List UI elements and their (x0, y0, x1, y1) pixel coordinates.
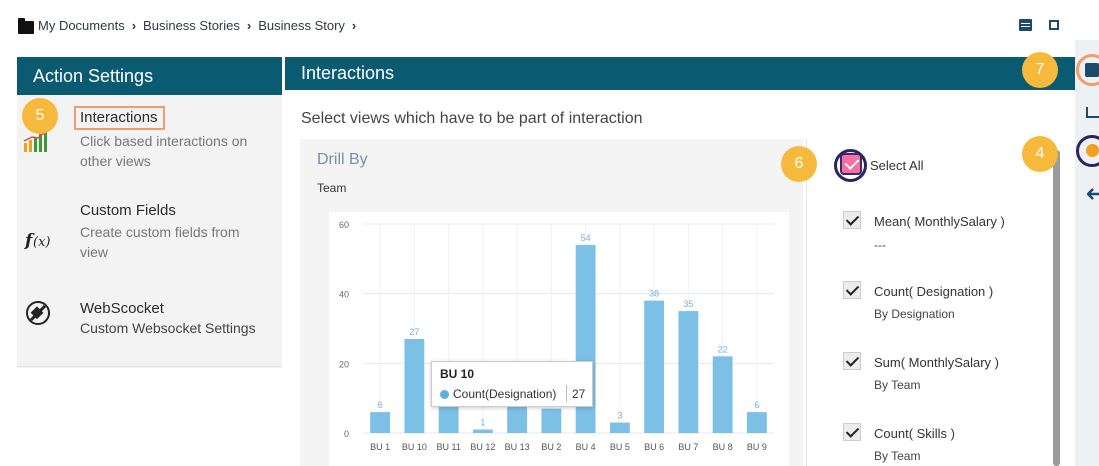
sidebar-item-desc: Custom Websocket Settings (80, 320, 256, 336)
bar (712, 356, 733, 433)
y-tick-label: 40 (339, 290, 349, 300)
action-settings-list: Interactions Click based interactions on… (17, 95, 282, 367)
y-tick-label: 20 (339, 359, 349, 369)
bar (370, 412, 391, 433)
panel-empty-area (17, 368, 282, 466)
line-chart-icon[interactable] (1086, 107, 1099, 118)
sidebar-item-desc: Click based interactions on other views (80, 133, 248, 169)
comment-icon[interactable] (1019, 19, 1032, 31)
option-label: Sum( MonthlySalary ) (874, 355, 999, 370)
breadcrumb-separator-icon: › (351, 18, 357, 33)
bar (609, 422, 630, 433)
view-subtitle: Team (317, 181, 347, 195)
breadcrumb-separator-icon: › (131, 18, 137, 33)
breadcrumb-separator-icon: › (246, 18, 252, 33)
option-checkbox[interactable] (843, 211, 861, 229)
sidebar-item-desc: Create custom fields from view (80, 224, 240, 260)
tooltip-divider (566, 385, 567, 402)
y-tick-label: 60 (339, 220, 349, 230)
option-checkbox[interactable] (843, 352, 861, 370)
option-checkbox[interactable] (843, 281, 861, 299)
data-label: 35 (683, 299, 693, 309)
tooltip-value: 27 (572, 387, 586, 401)
x-tick-label: BU 8 (713, 442, 733, 452)
action-settings-title: Action Settings (17, 57, 282, 95)
sidebar-item-label: Custom Fields (80, 202, 176, 219)
view-options-list (806, 139, 1061, 466)
bar (541, 408, 562, 433)
instruction-text: Select views which have to be part of in… (301, 110, 643, 127)
x-tick-label: BU 13 (505, 442, 530, 452)
option-label: Mean( MonthlySalary ) (874, 214, 1005, 229)
svg-text:(x): (x) (33, 235, 50, 250)
option-sub: By Team (874, 449, 921, 463)
fullscreen-icon[interactable] (1049, 20, 1059, 30)
bar (746, 412, 767, 433)
x-tick-label: BU 7 (678, 442, 698, 452)
data-label: 6 (754, 400, 759, 410)
data-label: 54 (581, 233, 591, 243)
data-label: 38 (649, 289, 659, 299)
option-label: Count( Skills ) (874, 426, 955, 441)
option-sub: By Designation (874, 307, 955, 321)
function-fx-icon: f (x) (24, 231, 50, 251)
data-label: 6 (378, 400, 383, 410)
view-title: Drill By (317, 151, 368, 168)
breadcrumb: My Documents › Business Stories › Busine… (38, 18, 363, 33)
view-card[interactable]: Drill By Team 0 20 40 60 6 BU 1 27 BU 10 BU 11 1 B… (300, 139, 803, 466)
step-badge-5: 5 (22, 98, 58, 134)
option-sub: By Team (874, 378, 921, 392)
interactions-title: Interactions (285, 57, 1075, 90)
option-checkbox[interactable] (843, 423, 861, 441)
x-tick-label: BU 2 (541, 442, 561, 452)
bar (404, 338, 425, 433)
sidebar-item-websocket[interactable]: WebScocket Custom Websocket Settings (17, 290, 282, 350)
data-label: 3 (617, 411, 622, 421)
tooltip-label: Count(Designation) (453, 387, 557, 401)
websocket-plug-icon (26, 301, 50, 325)
chart-plot-area: 0 20 40 60 6 BU 1 27 BU 10 BU 11 1 BU 12 BU 13 BU 2 5… (329, 212, 789, 466)
chart-tooltip: BU 10 Count(Designation) 27 (431, 361, 593, 407)
data-label: 1 (480, 418, 485, 428)
x-tick-label: BU 10 (402, 442, 427, 452)
bar (644, 300, 665, 433)
top-bar: My Documents › Business Stories › Busine… (0, 0, 1099, 57)
x-tick-label: BU 4 (576, 442, 596, 452)
x-tick-label: BU 11 (436, 442, 460, 452)
breadcrumb-business-story[interactable]: Business Story (258, 18, 345, 33)
x-tick-label: BU 9 (747, 442, 767, 452)
highlight-ring (834, 149, 867, 182)
right-toolbar (1075, 40, 1099, 466)
step-badge-6: 6 (781, 146, 817, 182)
sidebar-item-custom-fields[interactable]: f (x) Custom Fields Create custom fields… (17, 200, 282, 270)
y-tick-label: 0 (344, 429, 349, 439)
arrow-left-icon[interactable] (1087, 188, 1099, 200)
x-tick-label: BU 6 (644, 442, 664, 452)
bar-chart: 0 20 40 60 6 BU 1 27 BU 10 BU 11 1 BU 12 BU 13 BU 2 5… (339, 220, 774, 452)
step-badge-4: 4 (1022, 136, 1058, 172)
sidebar-item-label: WebScocket (80, 300, 164, 317)
bar (472, 429, 493, 433)
select-all-label: Select All (870, 158, 924, 173)
data-label: 22 (718, 344, 728, 354)
x-tick-label: BU 5 (610, 442, 630, 452)
step-badge-7: 7 (1022, 52, 1058, 88)
breadcrumb-my-documents[interactable]: My Documents (38, 18, 125, 33)
breadcrumb-business-stories[interactable]: Business Stories (143, 18, 240, 33)
folder-icon[interactable] (18, 18, 34, 34)
x-tick-label: BU 1 (370, 442, 390, 452)
sidebar-item-label: Interactions (74, 106, 165, 130)
series-color-dot-icon (440, 390, 449, 399)
option-label: Count( Designation ) (874, 284, 994, 299)
bar (678, 311, 699, 433)
scrollbar[interactable] (1053, 150, 1060, 466)
data-label: 27 (409, 327, 419, 337)
x-tick-label: BU 12 (470, 442, 495, 452)
option-sub: --- (874, 238, 886, 252)
tooltip-title: BU 10 (440, 367, 475, 381)
